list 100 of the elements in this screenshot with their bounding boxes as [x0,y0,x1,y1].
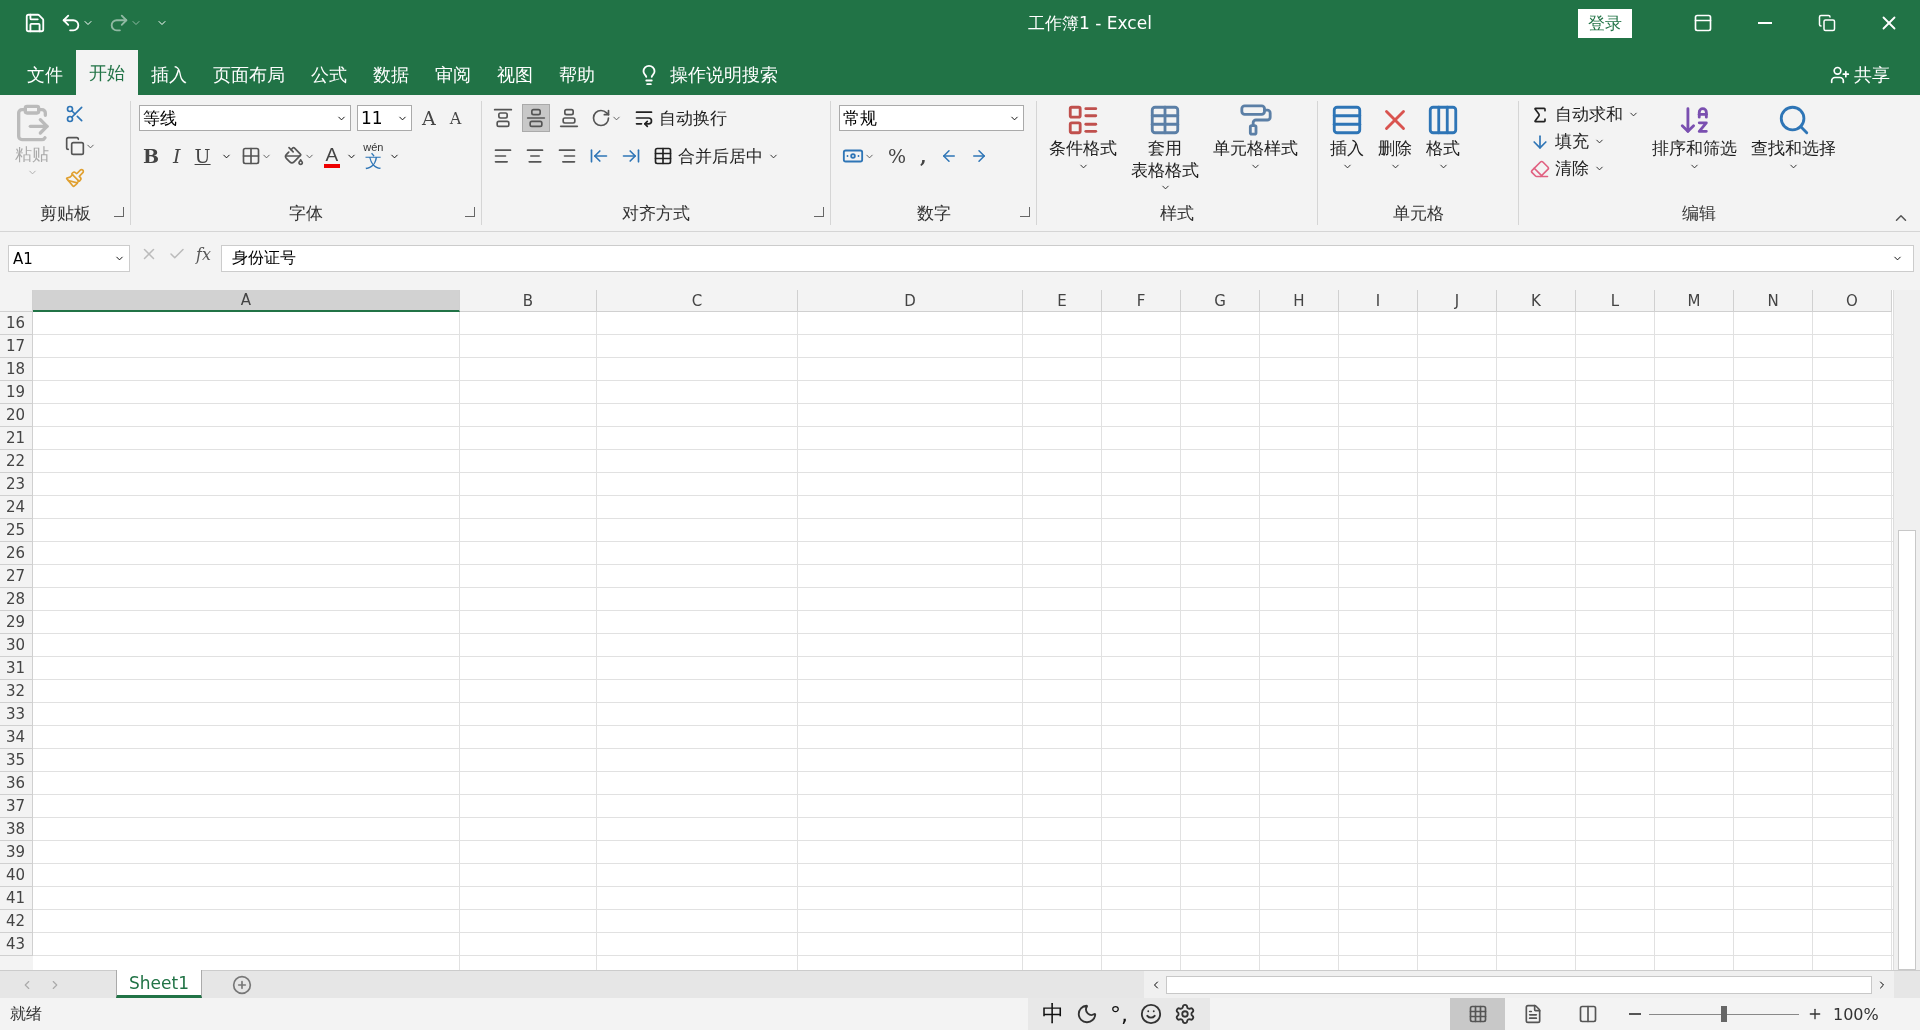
sheet-tab[interactable]: Sheet1 [116,970,202,998]
wrap-text-button[interactable]: 自动换行 [631,104,730,132]
row-header[interactable]: 32 [0,680,33,703]
row-header[interactable]: 29 [0,611,33,634]
launcher-icon[interactable] [465,207,475,217]
row-header[interactable]: 39 [0,841,33,864]
styles-button[interactable]: 单元格样式 [1209,101,1302,201]
styles-button[interactable]: 套用 表格格式 [1127,101,1203,201]
formula-input[interactable]: 身份证号 [220,245,1914,272]
row-header[interactable]: 40 [0,864,33,887]
column-header[interactable]: D [798,290,1023,312]
column-header[interactable]: B [460,290,597,312]
row-header[interactable]: 18 [0,358,33,381]
row-header[interactable]: 16 [0,312,33,335]
number-format-field[interactable]: 常规 [839,105,1024,131]
column-header[interactable]: C [597,290,798,312]
row-header[interactable]: 43 [0,933,33,956]
horizontal-scrollbar[interactable] [1144,971,1894,998]
row-header[interactable]: 30 [0,634,33,657]
font-color-button[interactable]: A [323,144,341,168]
column-header[interactable]: M [1655,290,1734,312]
row-header[interactable]: 36 [0,772,33,795]
find-select-button[interactable]: 查找和选择 [1747,101,1840,201]
name-box[interactable]: A1 [8,245,130,272]
zoom-thumb[interactable] [1721,1006,1727,1022]
row-header[interactable]: 27 [0,565,33,588]
clear-button[interactable]: 清除 [1527,155,1642,182]
row-header[interactable]: 26 [0,542,33,565]
save-button[interactable] [24,12,46,34]
cells-button[interactable]: 插入 [1326,101,1368,201]
ribbon-tab[interactable]: 帮助 [546,55,608,95]
grow-font-button[interactable]: A [418,107,440,129]
view-button[interactable] [1450,998,1505,1030]
ime-punctuation[interactable]: °, [1110,1001,1128,1027]
vertical-scrollbar[interactable] [1893,290,1920,970]
row-header[interactable]: 37 [0,795,33,818]
row-header[interactable]: 42 [0,910,33,933]
insert-function-button[interactable]: fx [196,245,211,264]
ribbon-tab[interactable]: 文件 [14,55,76,95]
column-header[interactable]: K [1497,290,1576,312]
launcher-icon[interactable] [814,207,824,217]
row-header[interactable]: 23 [0,473,33,496]
percent-button[interactable]: % [884,145,911,167]
column-header[interactable]: I [1339,290,1418,312]
ribbon-tab[interactable]: 数据 [360,55,422,95]
font-name-field[interactable]: 等线 [139,105,351,131]
undo-button[interactable] [60,12,94,34]
row-header[interactable]: 28 [0,588,33,611]
align-middle-button[interactable] [522,104,550,132]
tell-me-search[interactable]: 操作说明搜索 [632,55,784,95]
underline-button[interactable]: U [190,145,215,167]
row-header[interactable]: 24 [0,496,33,519]
column-header[interactable]: L [1576,290,1655,312]
ribbon-tab[interactable]: 公式 [298,55,360,95]
autosum-button[interactable]: 自动求和 [1527,101,1642,128]
row-header[interactable]: 20 [0,404,33,427]
cells-button[interactable]: 删除 [1374,101,1416,201]
ribbon-tab[interactable]: 视图 [484,55,546,95]
styles-button[interactable]: 条件格式 [1045,101,1121,201]
column-header[interactable]: F [1102,290,1181,312]
column-header[interactable]: J [1418,290,1497,312]
column-header[interactable]: E [1023,290,1102,312]
row-header[interactable]: 19 [0,381,33,404]
comma-button[interactable]: , [916,145,931,167]
row-header[interactable]: 31 [0,657,33,680]
launcher-icon[interactable] [1020,207,1030,217]
bold-button[interactable]: B [139,145,164,167]
add-sheet-icon[interactable] [231,974,252,995]
ribbon-tab[interactable]: 审阅 [422,55,484,95]
ribbon-tab[interactable]: 页面布局 [200,55,298,95]
cells-button[interactable]: 格式 [1422,101,1464,201]
phonetic-button[interactable]: wén 文 [363,142,384,170]
italic-button[interactable]: I [169,145,185,167]
shrink-font-button[interactable]: A [445,108,466,128]
ime-mode[interactable]: 中 [1042,999,1064,1029]
font-size-field[interactable]: 11 [357,105,412,131]
row-header[interactable]: 41 [0,887,33,910]
fill-button[interactable]: 填充 [1527,128,1642,155]
row-header[interactable]: 21 [0,427,33,450]
login-button[interactable]: 登录 [1578,8,1632,38]
share-button[interactable]: 共享 [1824,55,1896,95]
cell-grid[interactable] [33,312,1893,970]
row-header[interactable]: 33 [0,703,33,726]
row-header[interactable]: 35 [0,749,33,772]
row-header[interactable]: 38 [0,818,33,841]
column-header[interactable]: A [33,290,460,312]
column-header[interactable]: H [1260,290,1339,312]
column-header[interactable]: O [1813,290,1892,312]
launcher-icon[interactable] [114,207,124,217]
row-header[interactable]: 34 [0,726,33,749]
ribbon-tab[interactable]: 插入 [138,55,200,95]
sort-filter-button[interactable]: 排序和筛选 [1648,101,1741,201]
column-header[interactable]: N [1734,290,1813,312]
row-header[interactable]: 22 [0,450,33,473]
row-header[interactable]: 25 [0,519,33,542]
merge-center-button[interactable]: 合并后居中 [650,142,782,170]
ribbon-tab[interactable]: 开始 [76,50,138,95]
column-header[interactable]: G [1181,290,1260,312]
row-header[interactable]: 17 [0,335,33,358]
redo-button[interactable] [108,12,142,34]
